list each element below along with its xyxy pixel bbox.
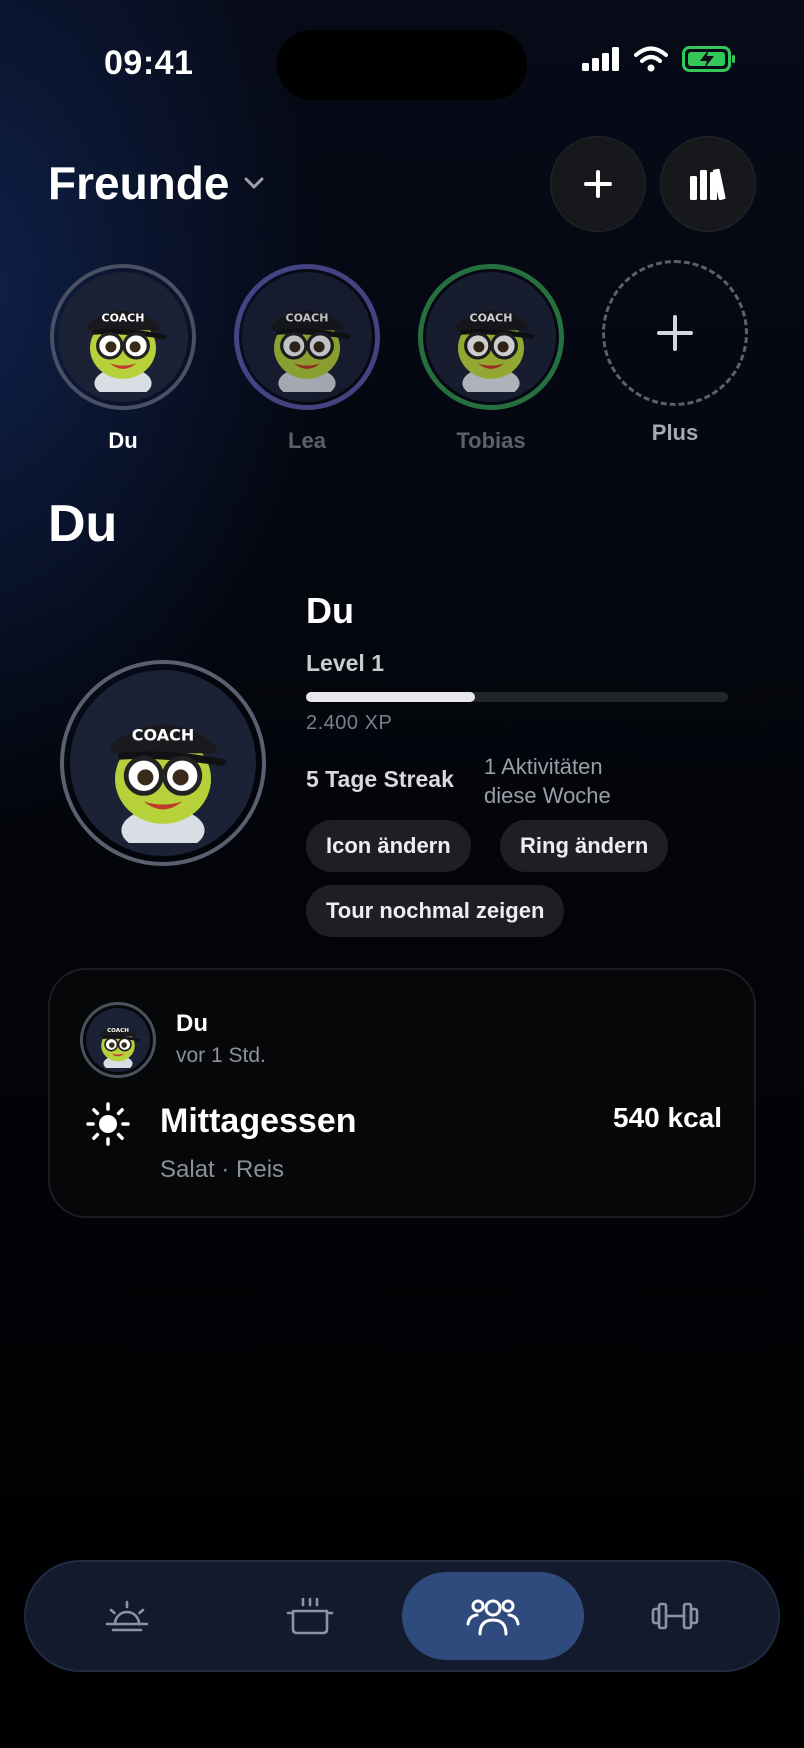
nav-tab-day[interactable] [72,1571,182,1661]
xp-progress-fill [306,692,475,702]
meal-items: Salat · Reis [160,1156,285,1183]
meal-title: Mittagessen [160,1102,357,1140]
activity-period: diese Woche [484,783,611,808]
avatar [83,683,243,843]
friend-du[interactable]: Du [48,264,198,454]
profile-name: Du [306,590,354,631]
avatar [68,282,178,392]
card-timestamp: vor 1 Std. [176,1044,266,1067]
library-button[interactable] [660,136,756,232]
cooking-pot-icon [286,1597,334,1635]
avatar [436,282,546,392]
change-ring-button[interactable]: Ring ändern [500,820,669,872]
profile-level: Level 1 [306,650,384,676]
status-icons [582,46,736,72]
avatar [90,1012,146,1068]
add-friend-button[interactable] [550,136,646,232]
nav-tab-friends[interactable] [438,1571,548,1661]
sunrise-icon [105,1600,149,1632]
add-friend-ring [602,260,748,406]
signal-icon [582,47,619,71]
friends-icon [466,1599,520,1636]
card-username: Du [176,1010,208,1037]
section-title: Du [48,495,118,553]
avatar [252,282,362,392]
friends-header-dropdown[interactable]: Freunde [48,156,265,210]
nav-tab-workout[interactable] [620,1571,730,1661]
card-avatar [80,1002,156,1078]
friend-tobias[interactable]: Tobias [416,264,566,454]
add-friend-plus[interactable]: Plus [600,260,750,446]
friend-lea[interactable]: Lea [232,264,382,454]
show-tour-button[interactable]: Tour nochmal zeigen [306,885,565,937]
avatar-ring [50,264,196,410]
profile-xp: 2.400 XP [306,712,393,734]
avatar-ring [418,264,564,410]
activity-count: 1 Aktivitäten [484,754,603,779]
chevron-down-icon [244,177,264,189]
dynamic-island [277,30,527,100]
page-title: Freunde [48,157,230,209]
dumbbell-icon [651,1602,699,1630]
meal-kcal: 540 kcal [613,1102,722,1133]
activity-card[interactable] [48,968,756,1218]
plus-icon [584,170,612,198]
profile-streak: 5 Tage Streak [306,766,454,792]
battery-charging-icon [682,46,735,72]
avatar-ring [234,264,380,410]
status-time: 09:41 [104,44,194,82]
profile-avatar[interactable] [60,660,266,866]
friend-name: Du [108,428,138,453]
nav-tab-recipes[interactable] [255,1571,365,1661]
friend-name: Tobias [456,428,526,453]
wifi-icon [634,46,668,72]
friend-name: Plus [651,420,699,445]
plus-icon [657,315,693,351]
change-icon-button[interactable]: Icon ändern [306,820,471,872]
friend-name: Lea [288,428,326,453]
library-icon [690,168,726,201]
profile-activity: 1 Aktivitäten diese Woche [484,752,611,810]
sun-icon [86,1102,130,1146]
